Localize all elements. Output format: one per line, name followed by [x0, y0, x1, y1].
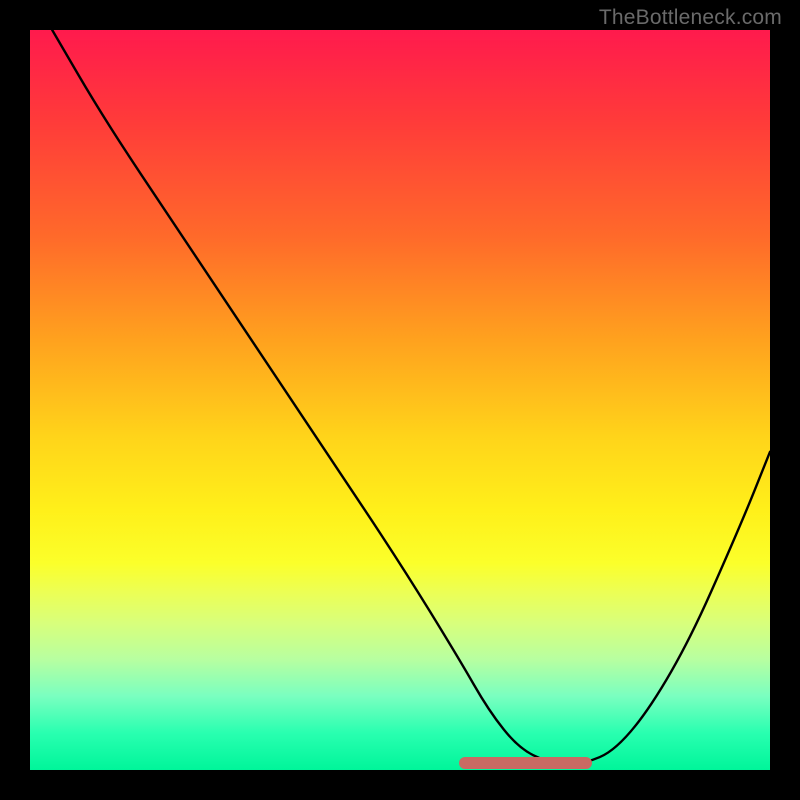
chart-frame: TheBottleneck.com	[0, 0, 800, 800]
bottleneck-curve	[30, 30, 770, 770]
optimal-range-marker	[459, 757, 592, 769]
plot-area	[30, 30, 770, 770]
watermark-text: TheBottleneck.com	[599, 6, 782, 30]
